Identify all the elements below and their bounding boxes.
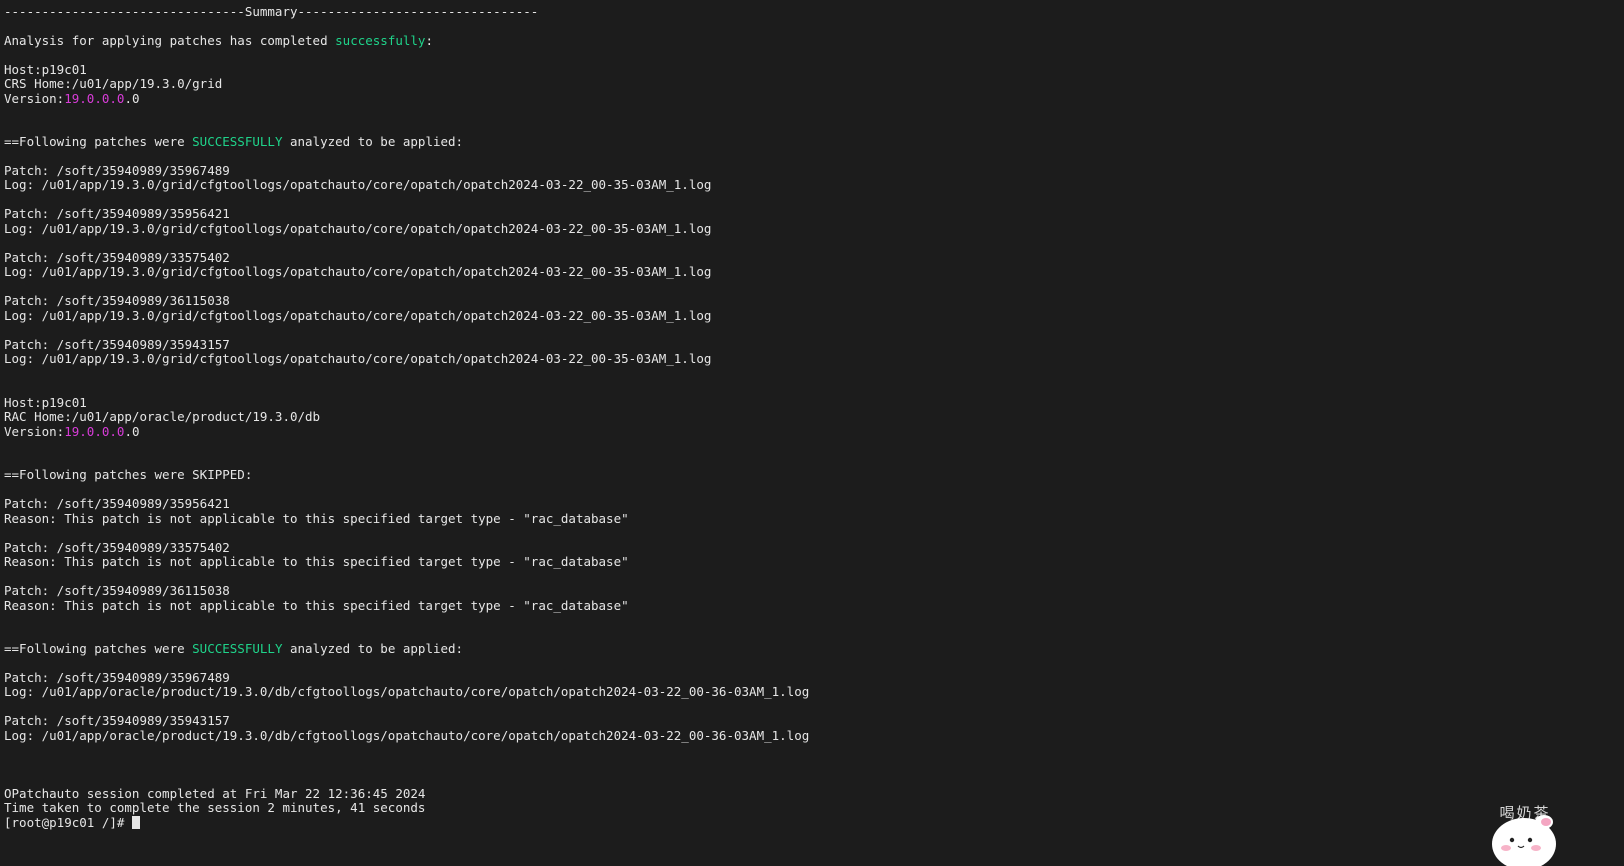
successfully-word: SUCCESSFULLY: [192, 134, 283, 149]
heading-prefix: ==Following patches were: [4, 641, 193, 656]
rac-version-line: Version:19.0.0.0.0: [4, 424, 140, 439]
session-completed-line: OPatchauto session completed at Fri Mar …: [4, 786, 426, 801]
patch-line: Patch: /soft/35940989/36115038: [4, 293, 230, 308]
patch-line: Patch: /soft/35940989/35967489: [4, 670, 230, 685]
heading-prefix: ==Following patches were: [4, 134, 193, 149]
log-line: Log: /u01/app/oracle/product/19.3.0/db/c…: [4, 728, 810, 743]
crs-home-line: CRS Home:/u01/app/19.3.0/grid: [4, 76, 223, 91]
patch-line: Patch: /soft/35940989/35956421: [4, 206, 230, 221]
analysis-status-line: Analysis for applying patches has comple…: [4, 33, 433, 48]
skipped-heading: ==Following patches were SKIPPED:: [4, 467, 253, 482]
log-line: Log: /u01/app/19.3.0/grid/cfgtoollogs/op…: [4, 308, 712, 323]
version-label: Version:: [4, 424, 65, 439]
patch-line: Patch: /soft/35940989/35956421: [4, 496, 230, 511]
patch-line: Patch: /soft/35940989/35967489: [4, 163, 230, 178]
grid-host-line: Host:p19c01: [4, 62, 87, 77]
version-number: 19.0.0.0: [64, 91, 125, 106]
version-label: Version:: [4, 91, 65, 106]
patch-line: Patch: /soft/35940989/35943157: [4, 713, 230, 728]
analysis-status-text: Analysis for applying patches has comple…: [4, 33, 336, 48]
patch-line: Patch: /soft/35940989/35943157: [4, 337, 230, 352]
rac-host-line: Host:p19c01: [4, 395, 87, 410]
analysis-status-colon: :: [425, 33, 433, 48]
patch-line: Patch: /soft/35940989/33575402: [4, 250, 230, 265]
text-cursor: [131, 816, 140, 829]
reason-line: Reason: This patch is not applicable to …: [4, 511, 629, 526]
patch-line: Patch: /soft/35940989/36115038: [4, 583, 230, 598]
reason-line: Reason: This patch is not applicable to …: [4, 554, 629, 569]
log-line: Log: /u01/app/oracle/product/19.3.0/db/c…: [4, 684, 810, 699]
successfully-word: SUCCESSFULLY: [192, 641, 283, 656]
reason-line: Reason: This patch is not applicable to …: [4, 598, 629, 613]
version-suffix: .0: [124, 91, 140, 106]
rac-success-heading: ==Following patches were SUCCESSFULLY an…: [4, 641, 463, 656]
log-line: Log: /u01/app/19.3.0/grid/cfgtoollogs/op…: [4, 351, 712, 366]
summary-header: --------------------------------Summary-…: [4, 4, 539, 19]
version-suffix: .0: [124, 424, 140, 439]
success-word: successfully: [335, 33, 426, 48]
heading-suffix: analyzed to be applied:: [282, 134, 464, 149]
shell-prompt-line[interactable]: [root@p19c01 /]#: [4, 815, 140, 830]
rac-home-line: RAC Home:/u01/app/oracle/product/19.3.0/…: [4, 409, 321, 424]
shell-prompt: [root@p19c01 /]#: [4, 815, 132, 830]
patch-line: Patch: /soft/35940989/33575402: [4, 540, 230, 555]
grid-success-heading: ==Following patches were SUCCESSFULLY an…: [4, 134, 463, 149]
grid-version-line: Version:19.0.0.0.0: [4, 91, 140, 106]
heading-suffix: analyzed to be applied:: [282, 641, 464, 656]
terminal-window[interactable]: --------------------------------Summary-…: [0, 0, 1624, 866]
log-line: Log: /u01/app/19.3.0/grid/cfgtoollogs/op…: [4, 177, 712, 192]
log-line: Log: /u01/app/19.3.0/grid/cfgtoollogs/op…: [4, 221, 712, 236]
version-number: 19.0.0.0: [64, 424, 125, 439]
time-taken-line: Time taken to complete the session 2 min…: [4, 800, 426, 815]
log-line: Log: /u01/app/19.3.0/grid/cfgtoollogs/op…: [4, 264, 712, 279]
cartoon-bunny-icon: [1488, 800, 1560, 866]
